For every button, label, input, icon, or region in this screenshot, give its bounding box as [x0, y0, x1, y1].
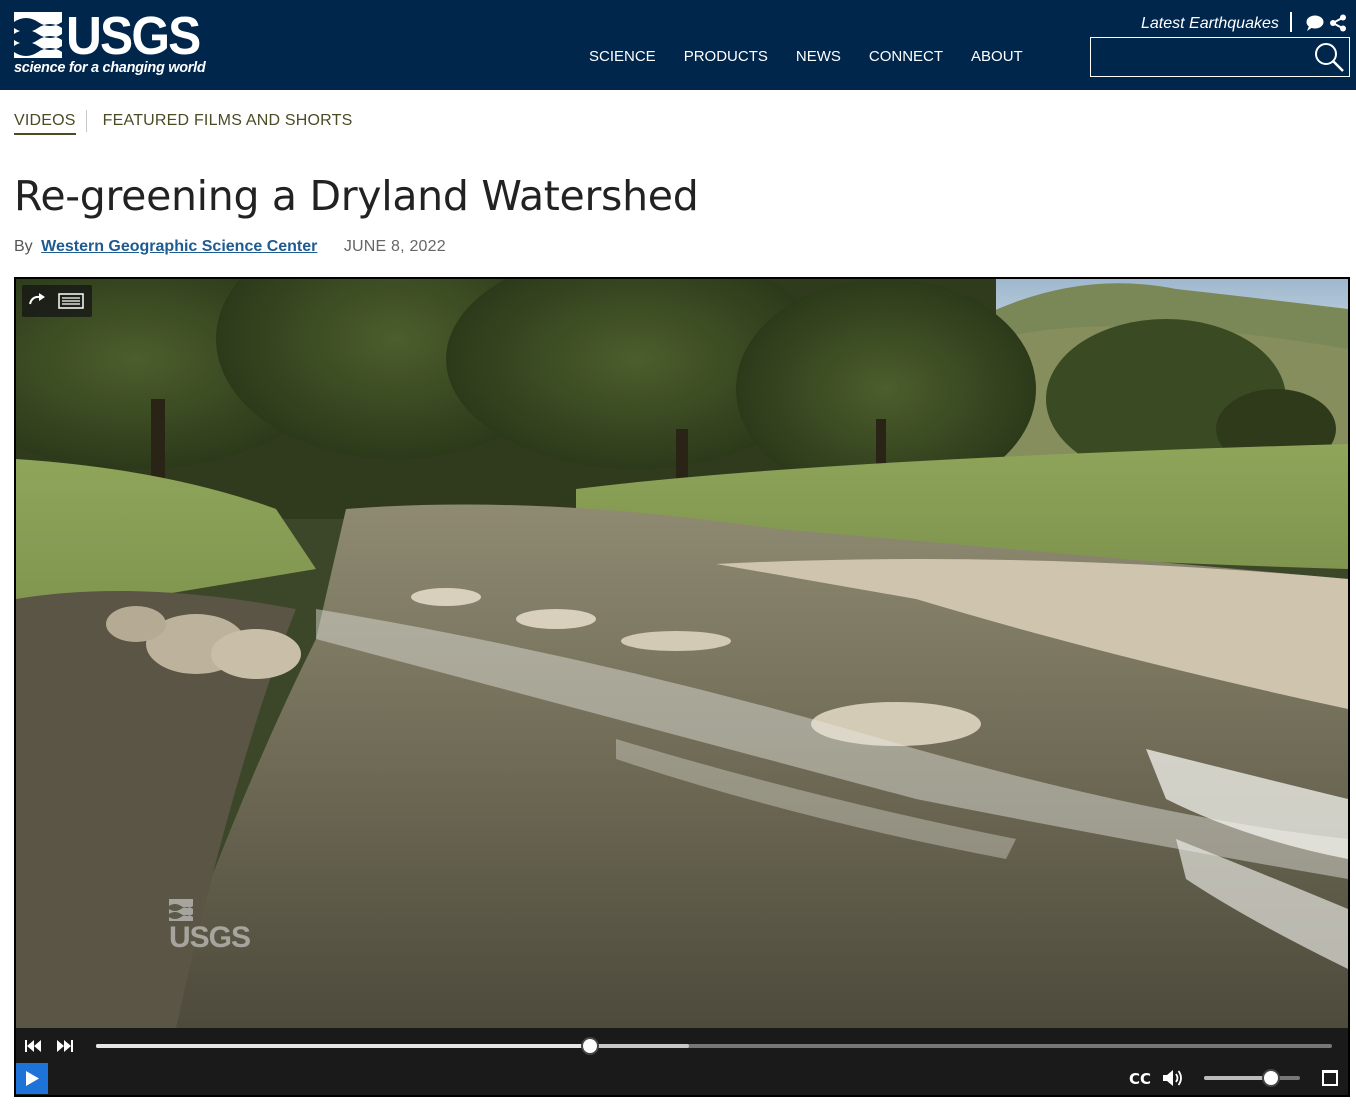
logo-wordmark: USGS	[66, 6, 201, 66]
play-icon	[26, 1071, 39, 1086]
video-frame[interactable]: USGS	[16, 279, 1348, 1028]
watermark-text: USGS	[169, 921, 251, 954]
nav-science[interactable]: SCIENCE	[589, 46, 656, 68]
nav-products[interactable]: PRODUCTS	[684, 46, 768, 68]
usgs-logo[interactable]: USGS science for a changing world	[14, 6, 214, 80]
page-title: Re-greening a Dryland Watershed	[14, 172, 699, 220]
byline: By Western Geographic Science Center JUN…	[14, 236, 446, 258]
progress-bar[interactable]	[96, 1037, 1332, 1055]
by-label: By	[14, 238, 33, 255]
nav-news[interactable]: NEWS	[796, 46, 841, 68]
play-button[interactable]	[16, 1063, 48, 1094]
main-nav: SCIENCE PRODUCTS NEWS CONNECT ABOUT	[575, 46, 1037, 68]
header-divider	[1290, 12, 1292, 32]
search-box	[1090, 37, 1350, 77]
fullscreen-button[interactable]	[1322, 1070, 1338, 1086]
share-icon[interactable]	[1329, 14, 1347, 32]
usgs-watermark: USGS	[169, 899, 251, 955]
nav-about[interactable]: ABOUT	[971, 46, 1023, 68]
video-control-bar: CC	[16, 1028, 1348, 1095]
progress-scrubber[interactable]	[581, 1037, 600, 1055]
latest-earthquakes-link[interactable]: Latest Earthquakes	[1141, 14, 1279, 34]
svg-text:CC: CC	[1129, 1070, 1151, 1087]
site-header: USGS science for a changing world SCIENC…	[0, 0, 1356, 90]
volume-icon[interactable]	[1162, 1068, 1184, 1088]
search-icon[interactable]	[1313, 41, 1345, 73]
progress-played	[96, 1044, 591, 1048]
search-input[interactable]	[1091, 38, 1311, 76]
volume-level	[1204, 1076, 1272, 1080]
nav-connect[interactable]: CONNECT	[869, 46, 943, 68]
closed-captions-icon[interactable]: CC	[1129, 1069, 1151, 1087]
top-controls	[22, 285, 92, 317]
volume-handle[interactable]	[1262, 1069, 1281, 1087]
transcript-icon[interactable]	[58, 293, 84, 309]
video-player: USGS CC	[14, 277, 1350, 1097]
breadcrumb: VIDEOS FEATURED FILMS AND SHORTS	[14, 110, 352, 136]
publish-date: JUNE 8, 2022	[343, 238, 446, 255]
fast-forward-button[interactable]	[56, 1038, 74, 1054]
usgs-watermark-wave-icon	[169, 899, 193, 921]
autoplay-icon[interactable]	[28, 292, 48, 310]
logo-tagline: science for a changing world	[14, 60, 206, 76]
usgs-wave-logo-icon	[14, 12, 62, 58]
rewind-button[interactable]	[24, 1038, 42, 1054]
chat-bubble-icon[interactable]	[1306, 15, 1324, 31]
breadcrumb-videos[interactable]: VIDEOS	[14, 110, 76, 135]
breadcrumb-divider	[85, 110, 87, 132]
author-link[interactable]: Western Geographic Science Center	[41, 238, 317, 255]
breadcrumb-featured-films[interactable]: FEATURED FILMS AND SHORTS	[103, 110, 353, 132]
volume-slider[interactable]	[1204, 1069, 1300, 1087]
